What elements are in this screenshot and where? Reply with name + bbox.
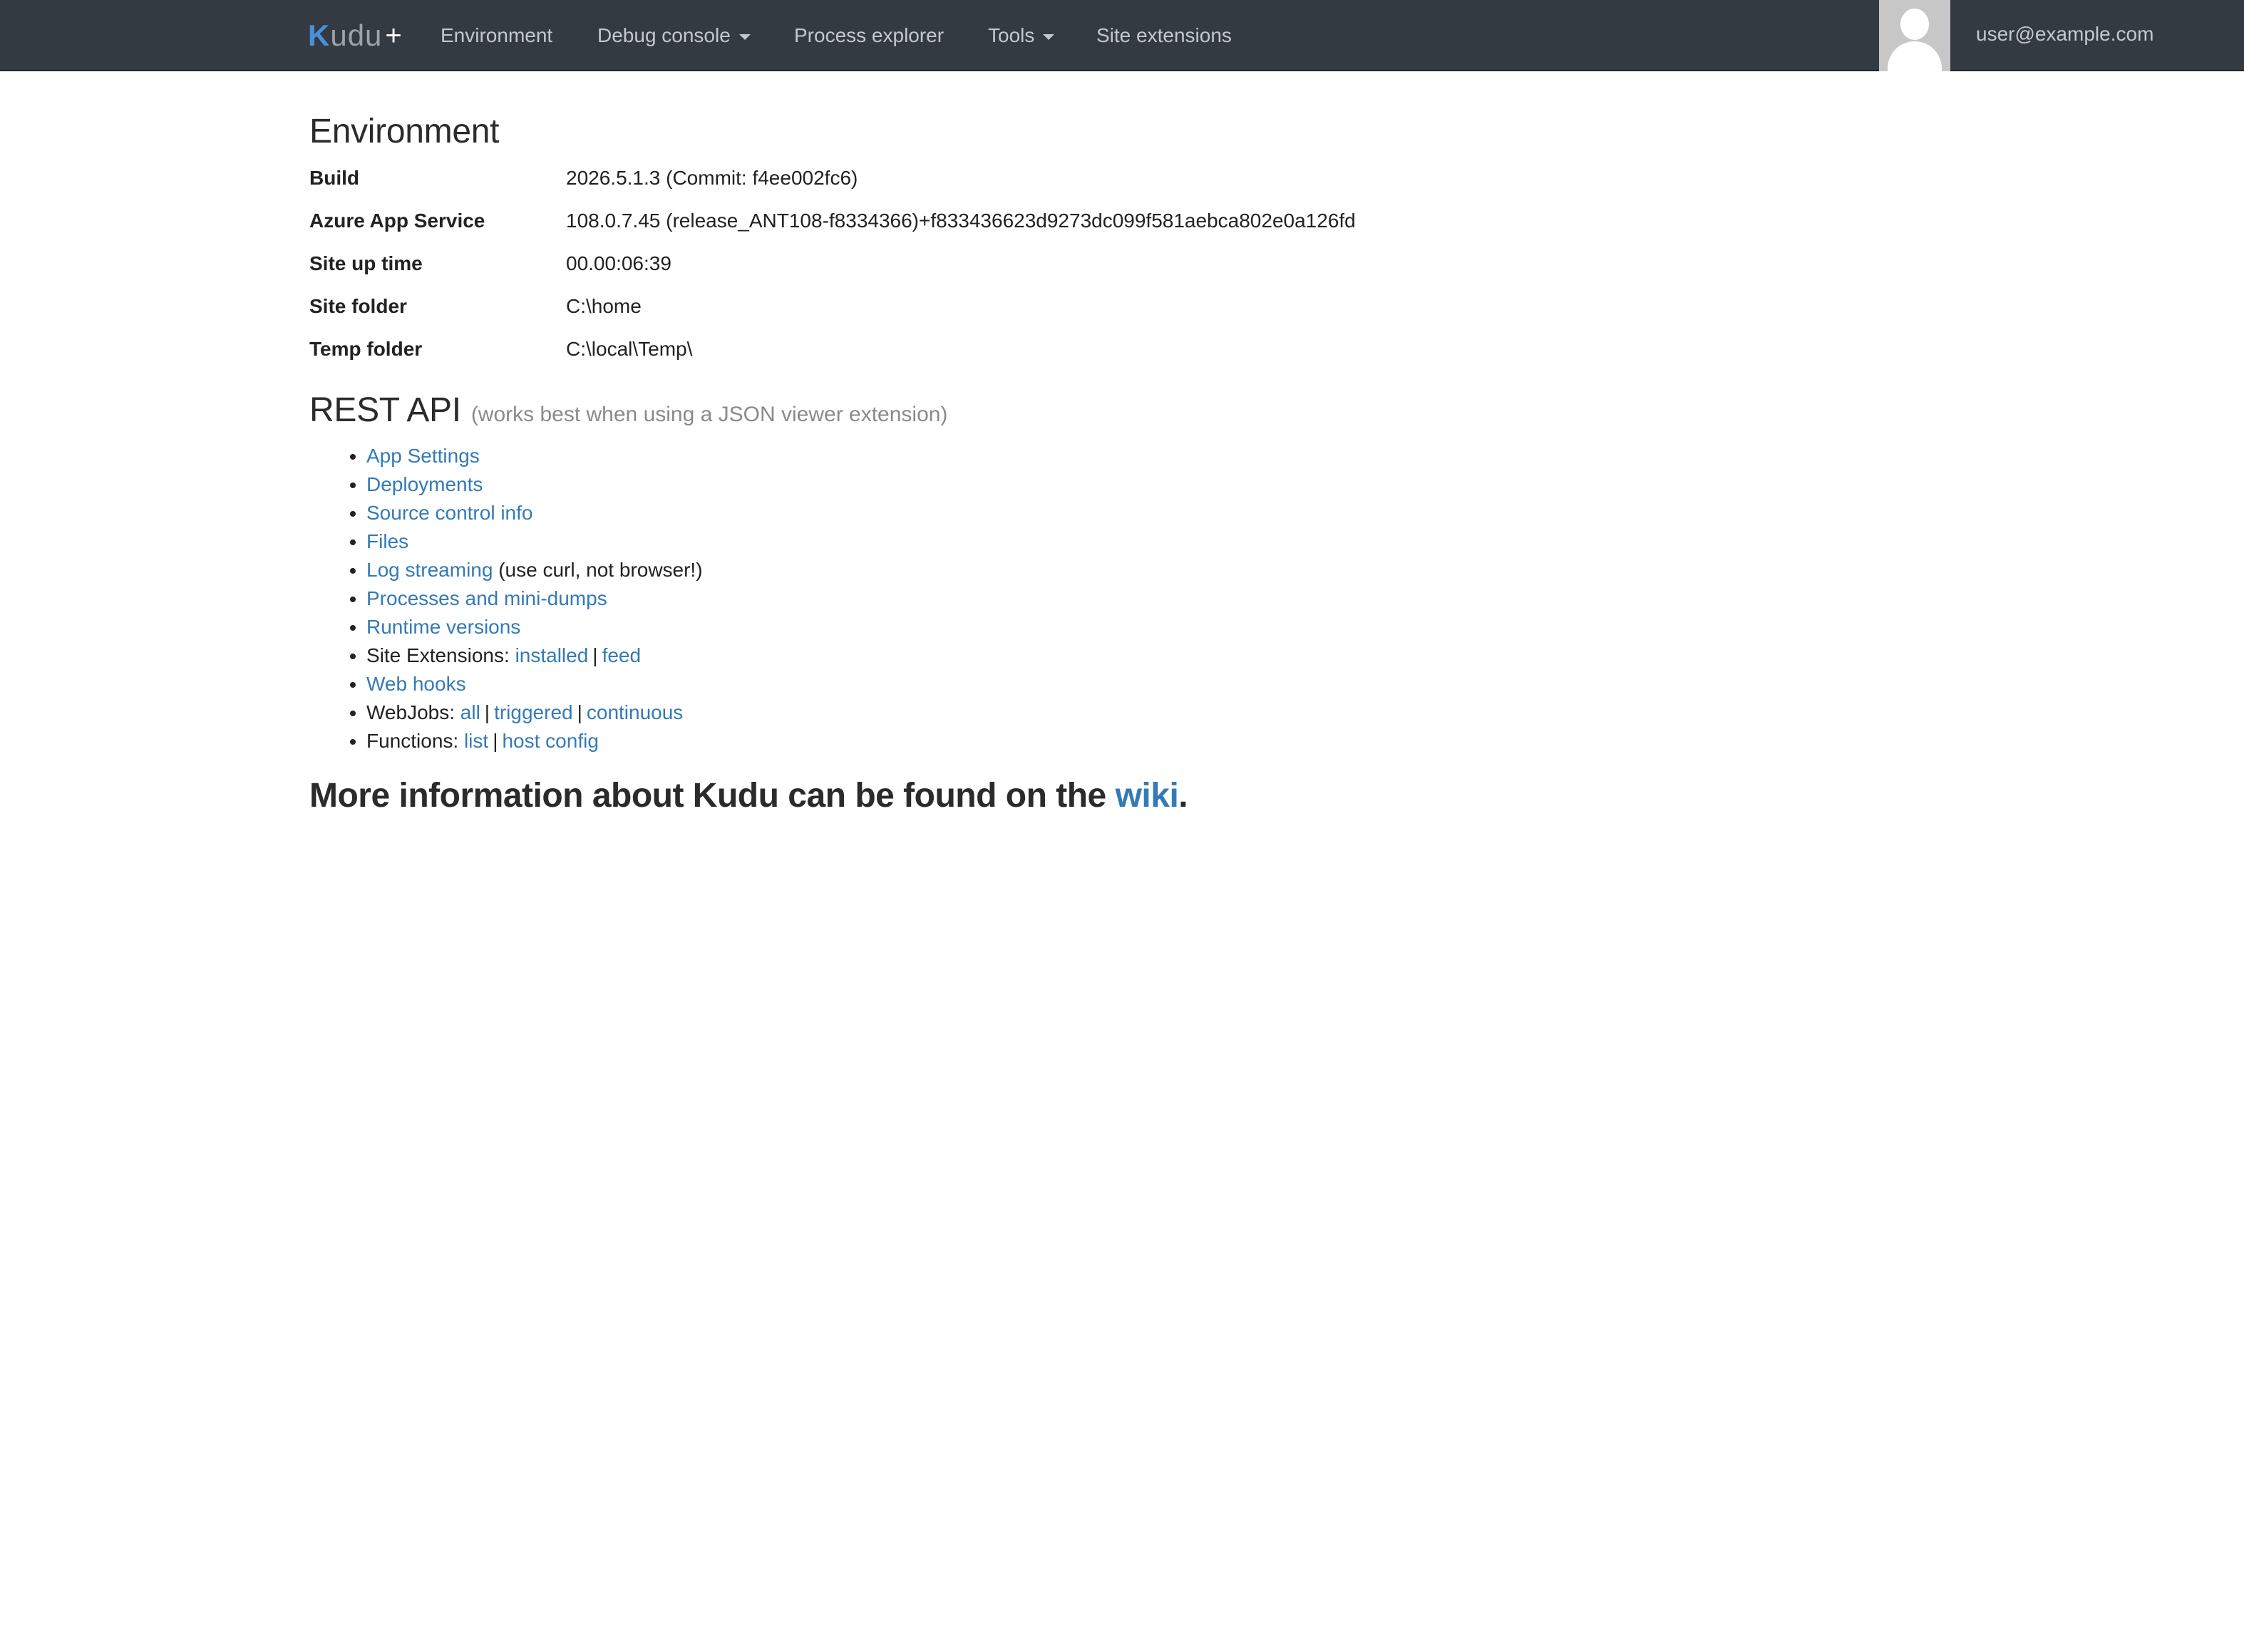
web-hooks-link[interactable]: Web hooks — [366, 673, 466, 695]
rest-api-title: REST API — [309, 391, 461, 429]
site-extensions-installed-link[interactable]: installed — [515, 644, 589, 666]
nav-environment[interactable]: Environment — [441, 0, 552, 71]
env-key: Site up time — [309, 252, 423, 274]
nav-debug-console-label: Debug console — [597, 24, 731, 46]
list-item: Functions: list|host config — [366, 727, 1935, 755]
env-row-temp-folder: Temp folder C:\local\Temp\ — [309, 328, 1935, 371]
runtime-versions-link[interactable]: Runtime versions — [366, 616, 520, 638]
log-streaming-link[interactable]: Log streaming — [366, 559, 493, 581]
webjobs-continuous-link[interactable]: continuous — [587, 701, 683, 723]
more-info-text: More information about Kudu can be found… — [309, 777, 1106, 815]
env-row-site-up-time: Site up time 00.00:06:39 — [309, 242, 1935, 285]
env-value: 2026.5.1.3 (Commit: f4ee002fc6) — [566, 167, 858, 189]
list-item: Runtime versions — [366, 613, 1935, 641]
kudu-logo-link[interactable]: Kudu + — [308, 19, 403, 53]
list-item: Files — [366, 527, 1935, 556]
wiki-link[interactable]: wiki — [1116, 777, 1179, 815]
nav-site-extensions[interactable]: Site extensions — [1096, 0, 1232, 71]
rest-api-subtitle: (works best when using a JSON viewer ext… — [470, 403, 948, 426]
more-info-heading: More information about Kudu can be found… — [309, 771, 1935, 821]
list-item: Processes and mini-dumps — [366, 584, 1935, 613]
env-row-site-folder: Site folder C:\home — [309, 285, 1935, 328]
site-extensions-feed-link[interactable]: feed — [602, 644, 642, 666]
functions-host-config-link[interactable]: host config — [502, 730, 598, 752]
env-value: C:\local\Temp\ — [566, 338, 693, 360]
nav-process-explorer-label: Process explorer — [794, 24, 945, 46]
list-item: Log streaming (use curl, not browser!) — [366, 556, 1935, 584]
webjobs-all-link[interactable]: all — [460, 701, 480, 723]
env-row-build: Build 2026.5.1.3 (Commit: f4ee002fc6) — [309, 157, 1935, 200]
env-key: Build — [309, 167, 359, 189]
env-key: Temp folder — [309, 338, 423, 360]
env-value: C:\home — [566, 295, 642, 317]
list-item: Source control info — [366, 499, 1935, 527]
source-control-info-link[interactable]: Source control info — [366, 502, 532, 524]
user-email-link[interactable]: user@example.com — [1976, 0, 2153, 68]
separator: | — [577, 701, 582, 723]
separator: | — [493, 730, 498, 752]
webjobs-triggered-link[interactable]: triggered — [494, 701, 573, 723]
env-value: 00.00:06:39 — [566, 252, 671, 274]
environment-title: Environment — [309, 113, 500, 150]
files-link[interactable]: Files — [366, 530, 408, 552]
nav-debug-console[interactable]: Debug console — [597, 0, 751, 71]
app-settings-link[interactable]: App Settings — [366, 445, 480, 467]
env-row-azure-app-service: Azure App Service 108.0.7.45 (release_AN… — [309, 200, 1935, 242]
webjobs-label: WebJobs: — [366, 701, 455, 723]
processes-link[interactable]: Processes and mini-dumps — [366, 587, 607, 609]
nav-process-explorer[interactable]: Process explorer — [794, 0, 944, 71]
list-item: Web hooks — [366, 670, 1935, 698]
rest-api-list: App Settings Deployments Source control … — [366, 442, 1935, 755]
env-key: Azure App Service — [309, 210, 485, 232]
avatar-body — [1888, 41, 1942, 71]
user-avatar-icon[interactable] — [1879, 0, 1950, 71]
functions-list-link[interactable]: list — [464, 730, 488, 752]
log-streaming-note: (use curl, not browser!) — [498, 559, 703, 581]
list-item: WebJobs: all|triggered|continuous — [366, 698, 1935, 727]
brand-plus: + — [385, 19, 403, 51]
separator: | — [592, 644, 598, 666]
rest-api-heading: REST API (works best when using a JSON v… — [309, 391, 1935, 440]
list-item: App Settings — [366, 442, 1935, 470]
env-key: Site folder — [309, 295, 407, 317]
more-info-suffix: . — [1178, 777, 1188, 815]
caret-down-icon — [1043, 34, 1055, 40]
nav-tools[interactable]: Tools — [988, 0, 1055, 71]
main-content: Environment Build 2026.5.1.3 (Commit: f4… — [309, 107, 1935, 821]
avatar-head — [1900, 9, 1929, 40]
environment-table: Build 2026.5.1.3 (Commit: f4ee002fc6) Az… — [309, 157, 1935, 371]
nav-tools-label: Tools — [988, 24, 1035, 46]
nav-site-extensions-label: Site extensions — [1096, 24, 1232, 46]
brand-first-letter: K — [308, 19, 331, 52]
functions-label: Functions: — [366, 730, 459, 752]
deployments-link[interactable]: Deployments — [366, 473, 483, 495]
env-value: 108.0.7.45 (release_ANT108-f8334366)+f83… — [566, 210, 1356, 232]
top-navbar: Kudu + Environment Debug console Process … — [0, 0, 2244, 71]
brand-rest: udu — [330, 19, 383, 52]
site-extensions-label: Site Extensions: — [366, 644, 510, 666]
list-item: Deployments — [366, 470, 1935, 499]
caret-down-icon — [738, 34, 751, 40]
nav-environment-label: Environment — [441, 24, 553, 46]
list-item: Site Extensions: installed|feed — [366, 641, 1935, 670]
separator: | — [484, 701, 490, 723]
